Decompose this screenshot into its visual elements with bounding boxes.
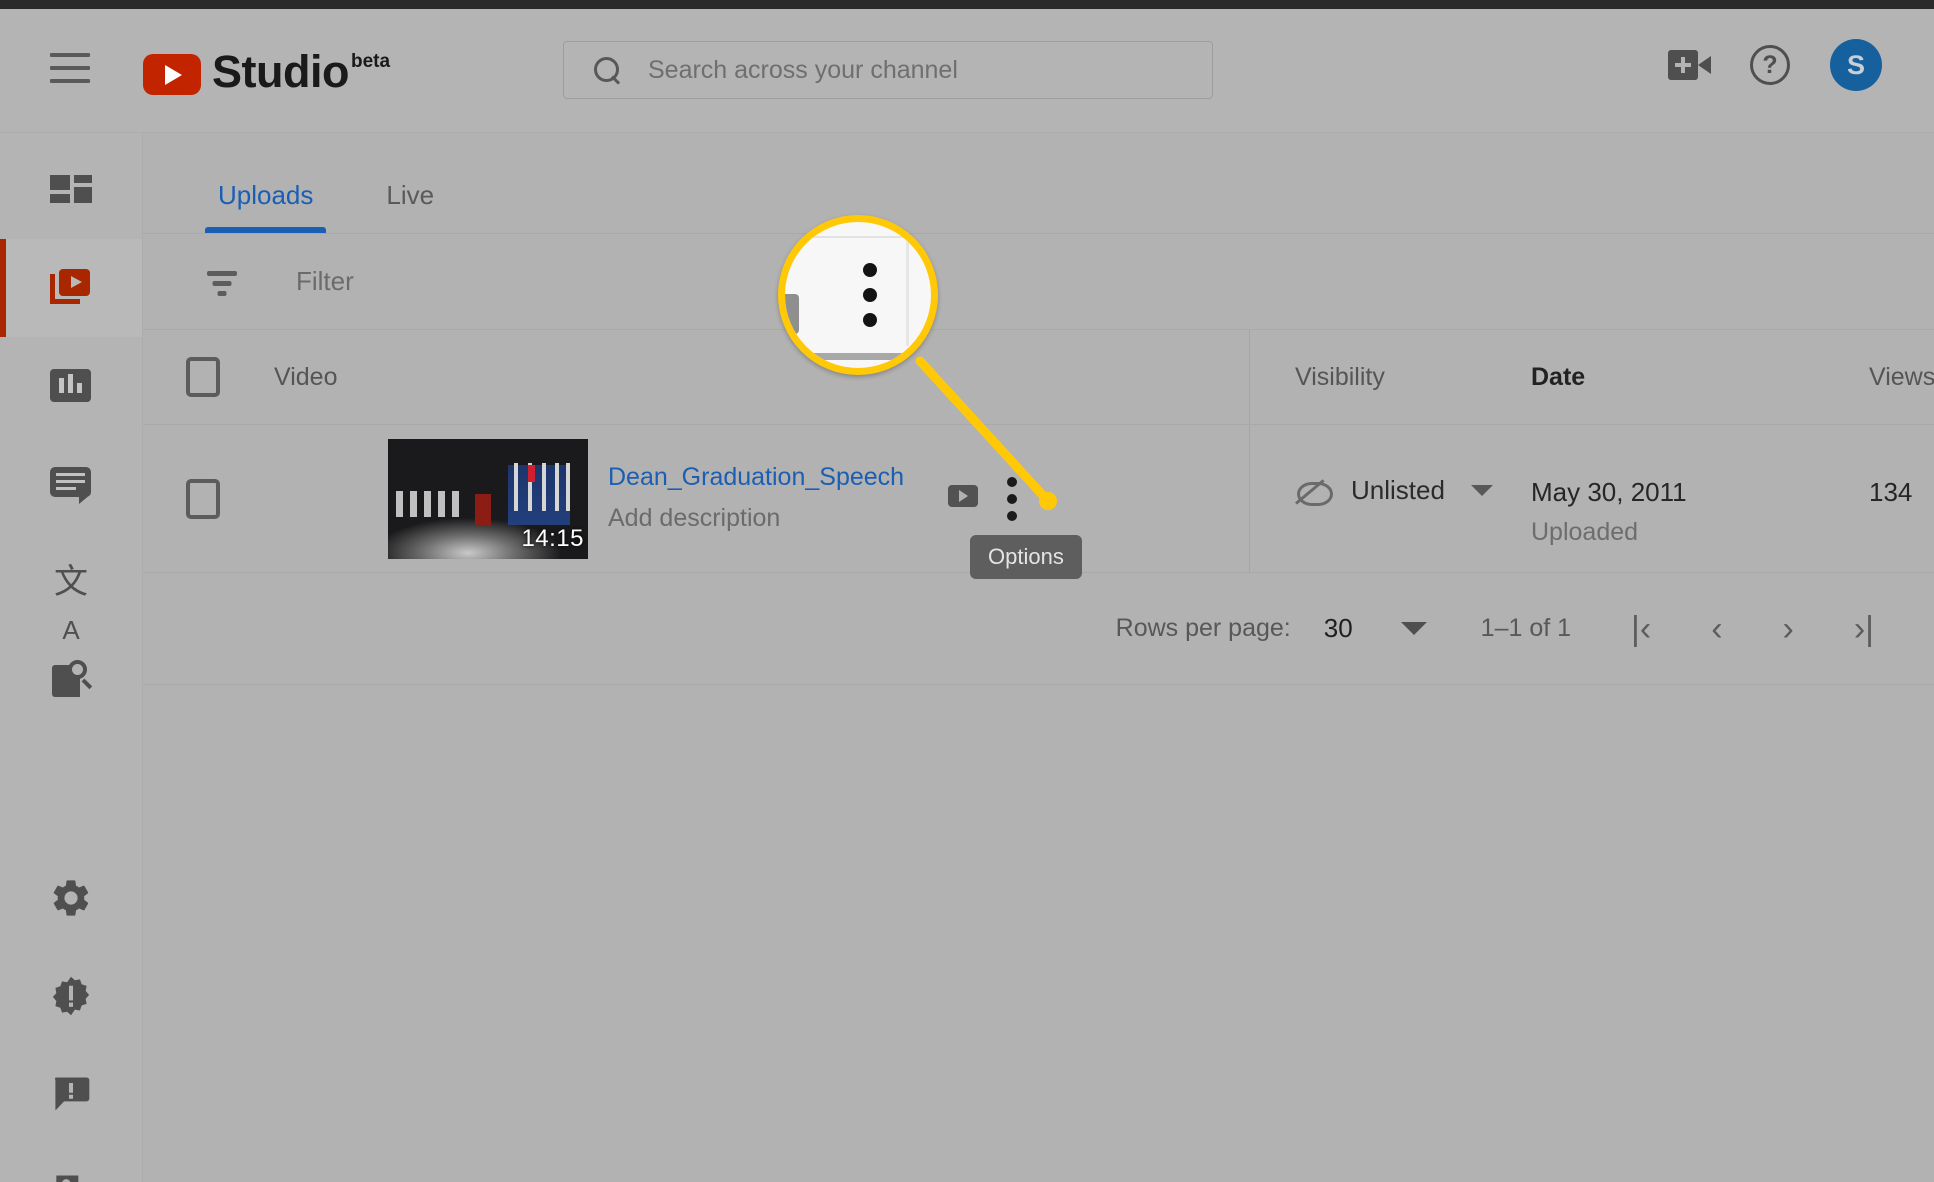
copyright-search-icon bbox=[48, 657, 94, 703]
sidebar-item-translations[interactable]: 文A bbox=[0, 533, 142, 645]
analytics-icon bbox=[48, 363, 94, 409]
videos-icon bbox=[48, 265, 94, 311]
rows-per-page-value[interactable]: 30 bbox=[1324, 613, 1353, 644]
sidebar-item-exit-beta[interactable] bbox=[0, 1143, 142, 1182]
thumbnail-flag bbox=[528, 465, 535, 482]
sidebar: 文A bbox=[0, 133, 143, 1182]
table-row: 14:15 Dean_Graduation_Speech Add descrip… bbox=[143, 425, 1934, 579]
avatar[interactable]: S bbox=[1830, 39, 1882, 91]
sidebar-item-videos[interactable] bbox=[0, 239, 142, 337]
dashboard-icon bbox=[48, 167, 94, 213]
brand-title: Studio bbox=[212, 46, 349, 97]
sidebar-item-send-feedback[interactable] bbox=[0, 1045, 142, 1143]
pagination-range: 1–1 of 1 bbox=[1480, 614, 1572, 642]
sidebar-item-comments[interactable] bbox=[0, 435, 142, 533]
previous-page-button[interactable]: ‹ bbox=[1711, 612, 1722, 646]
visibility-value: Unlisted bbox=[1351, 475, 1445, 505]
video-views: 134 bbox=[1869, 477, 1913, 507]
options-tooltip: Options bbox=[970, 535, 1082, 579]
feedback-icon bbox=[55, 1077, 90, 1111]
search-placeholder: Search across your channel bbox=[648, 55, 958, 84]
column-header-video: Video bbox=[274, 362, 338, 391]
gear-icon bbox=[53, 880, 89, 916]
brand-logo[interactable]: Studio beta bbox=[143, 45, 390, 99]
sidebar-item-dashboard[interactable] bbox=[0, 141, 142, 239]
visibility-dropdown[interactable]: Unlisted bbox=[1295, 475, 1493, 506]
youtube-studio-window: Studio beta Search across your channel ?… bbox=[0, 0, 1934, 1182]
chevron-down-icon bbox=[1470, 485, 1493, 496]
select-all-checkbox[interactable] bbox=[186, 357, 220, 397]
help-circle-icon[interactable]: ? bbox=[1750, 45, 1790, 85]
tab-live[interactable]: Live bbox=[373, 180, 447, 233]
first-page-button[interactable]: |‹ bbox=[1631, 612, 1651, 646]
sidebar-item-copyright[interactable] bbox=[0, 631, 142, 729]
video-thumbnail[interactable]: 14:15 bbox=[388, 439, 588, 559]
filter-bar: Filter bbox=[143, 233, 1934, 330]
more-vertical-icon[interactable] bbox=[1005, 477, 1019, 528]
hamburger-line bbox=[50, 53, 90, 57]
sidebar-item-settings[interactable] bbox=[0, 849, 142, 947]
plus-horizontal bbox=[1675, 63, 1691, 67]
app-header: Studio beta Search across your channel ?… bbox=[0, 9, 1934, 133]
thumbnail-audience bbox=[396, 491, 464, 517]
video-description-placeholder[interactable]: Add description bbox=[608, 504, 780, 533]
exit-icon bbox=[56, 1175, 79, 1182]
rows-per-page-chevron-down-icon[interactable] bbox=[1400, 622, 1427, 635]
thumbnail-podium bbox=[475, 494, 491, 526]
filter-icon[interactable] bbox=[203, 267, 241, 297]
column-header-views[interactable]: Views bbox=[1869, 363, 1934, 392]
sidebar-item-whats-new[interactable] bbox=[0, 947, 142, 1045]
comments-icon bbox=[48, 461, 94, 507]
tab-bar: Uploads Live bbox=[143, 133, 1934, 233]
badge-alert-icon bbox=[52, 976, 90, 1016]
video-date: May 30, 2011 bbox=[1531, 477, 1687, 507]
row-checkbox[interactable] bbox=[186, 478, 220, 519]
sidebar-item-analytics[interactable] bbox=[0, 337, 142, 435]
brand-beta-badge: beta bbox=[350, 51, 391, 72]
hamburger-line bbox=[50, 79, 90, 83]
main-content: Uploads Live Filter Video Visibility Dat… bbox=[143, 133, 1934, 1182]
video-duration: 14:15 bbox=[521, 525, 584, 552]
youtube-logo-icon bbox=[143, 54, 201, 95]
next-page-button[interactable]: › bbox=[1783, 612, 1794, 646]
video-title-link[interactable]: Dean_Graduation_Speech bbox=[608, 463, 904, 492]
table-header: Video Visibility Date Views Comme bbox=[143, 330, 1934, 425]
header-actions: ? S bbox=[1668, 39, 1882, 91]
hamburger-icon[interactable] bbox=[50, 53, 90, 83]
create-video-icon[interactable] bbox=[1668, 50, 1711, 80]
column-header-visibility: Visibility bbox=[1295, 362, 1385, 391]
hamburger-line bbox=[50, 66, 90, 70]
last-page-button[interactable]: ›| bbox=[1854, 612, 1874, 646]
camera-lens bbox=[1698, 56, 1711, 74]
translations-icon: 文A bbox=[54, 563, 88, 645]
pagination-bar: Rows per page: 30 1–1 of 1 |‹ ‹ › ›| bbox=[143, 573, 1934, 685]
video-date-state: Uploaded bbox=[1531, 518, 1639, 546]
search-input[interactable]: Search across your channel bbox=[563, 41, 1213, 99]
rows-per-page-label: Rows per page: bbox=[1115, 614, 1291, 642]
youtube-watch-icon[interactable] bbox=[948, 485, 978, 507]
column-header-date[interactable]: Date bbox=[1531, 363, 1585, 392]
eye-off-icon bbox=[1295, 476, 1333, 506]
filter-input[interactable]: Filter bbox=[296, 266, 354, 297]
tab-uploads[interactable]: Uploads bbox=[205, 180, 327, 233]
search-icon bbox=[592, 55, 622, 85]
